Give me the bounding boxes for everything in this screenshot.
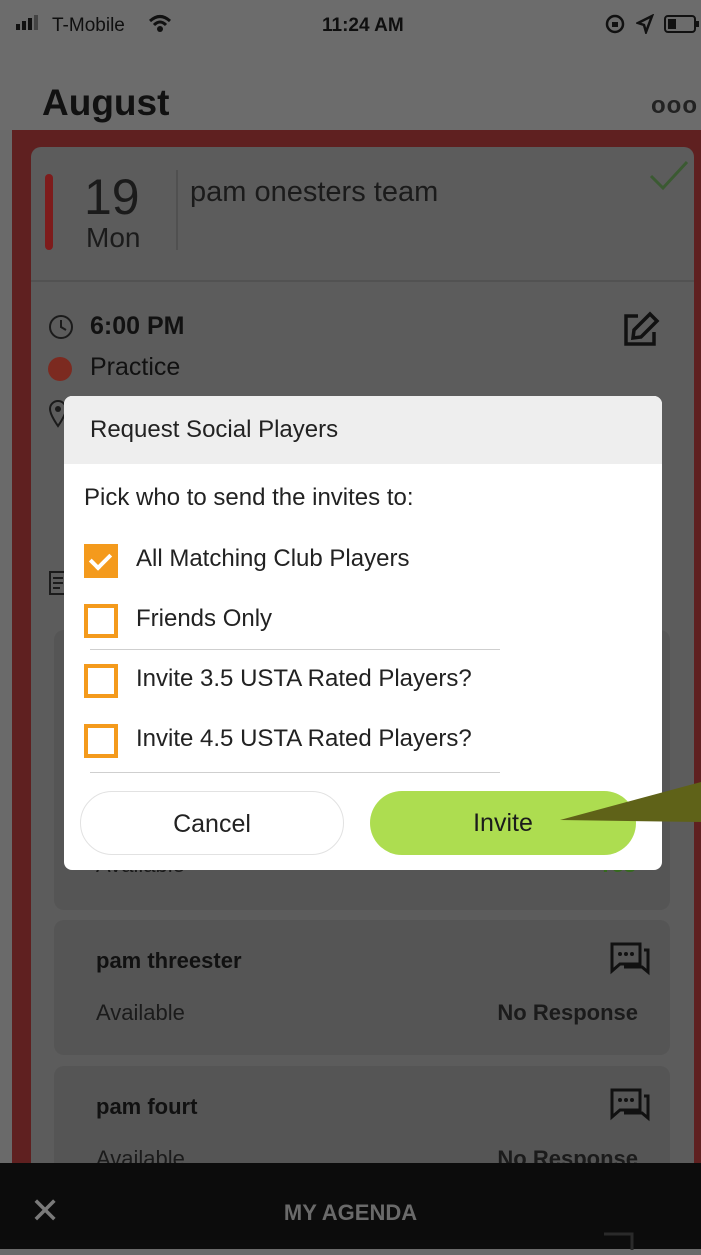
annotation-pointer [560, 782, 701, 822]
